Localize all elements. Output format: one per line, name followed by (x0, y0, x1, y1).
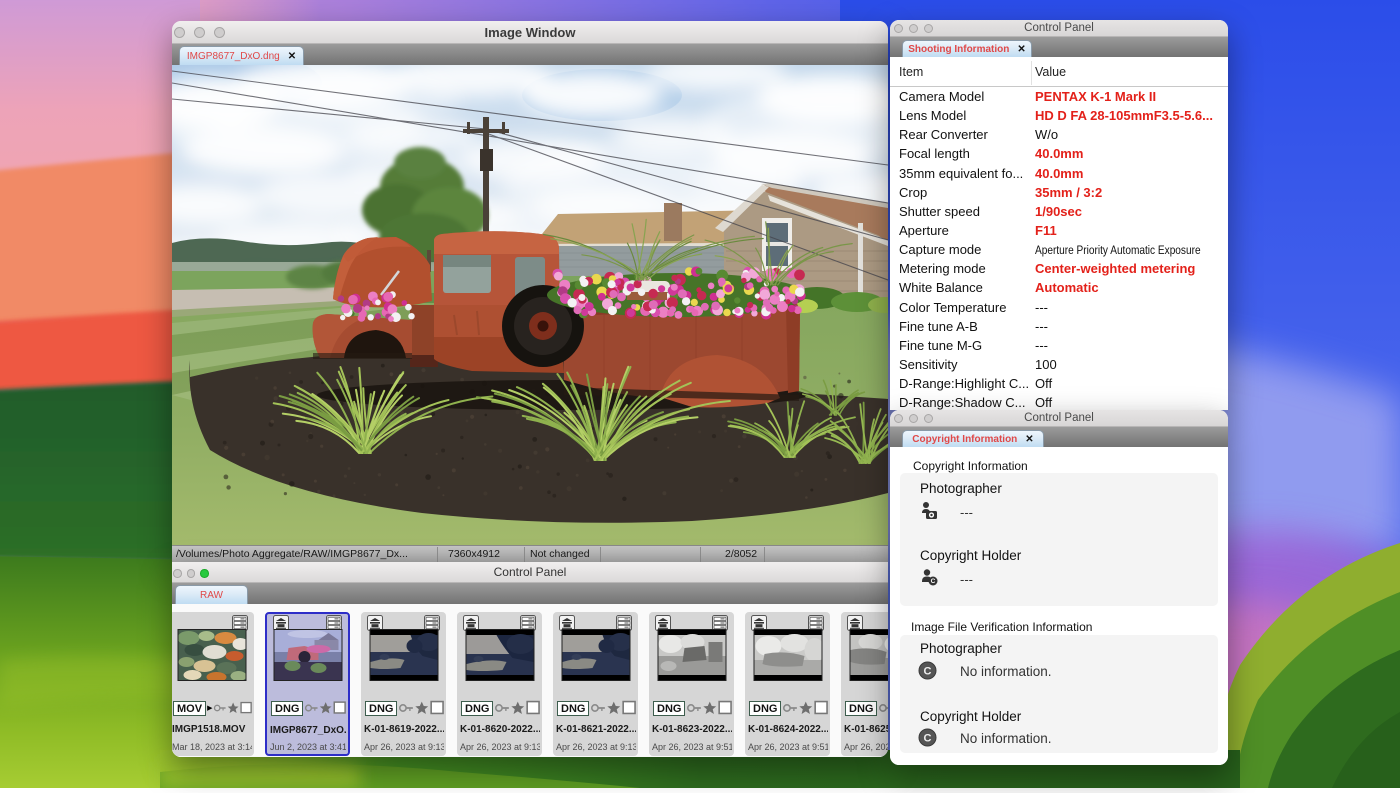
svg-text:C: C (931, 578, 936, 585)
svg-text:C: C (924, 665, 932, 677)
svg-text:C: C (924, 732, 932, 744)
